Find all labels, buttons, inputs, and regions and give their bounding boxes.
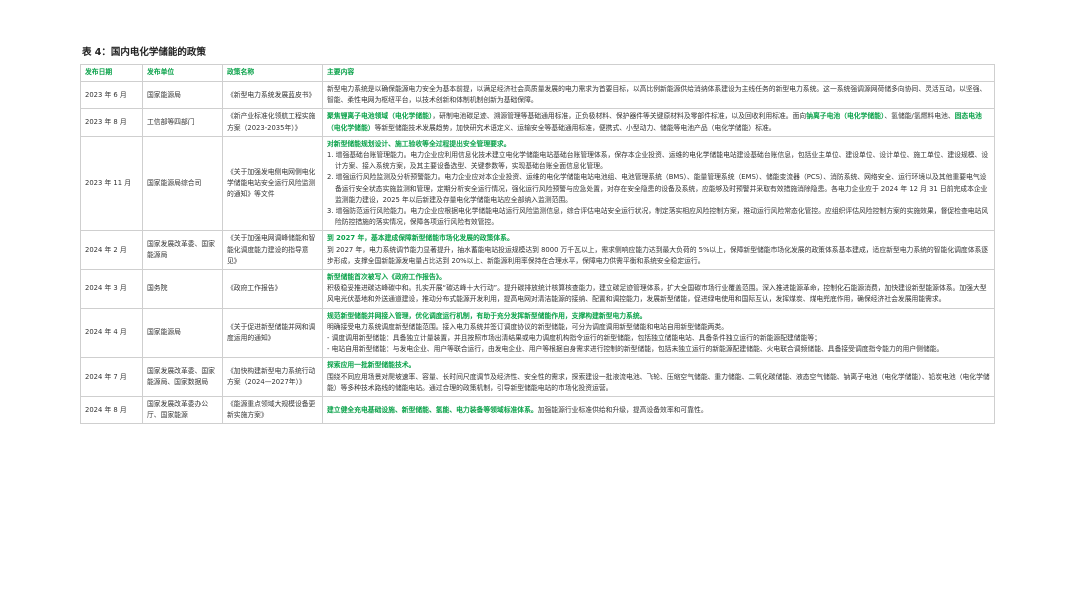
header-org: 发布单位 (142, 64, 223, 82)
content-text: 新型电力系统是以确保能源电力安全为基本前提，以满足经济社会高质量发展的电力需求为… (327, 85, 987, 105)
content-paragraph: 聚焦锂离子电池领域（电化学储能），研制电池碳足迹、溯源管理等基础通用标准，正负极… (327, 111, 990, 133)
cell-org: 工信部等四部门 (142, 108, 223, 137)
content-paragraph: 到 2027 年，基本建成保障新型储能市场化发展的政策体系。 (327, 233, 990, 244)
header-policy: 政策名称 (222, 64, 323, 82)
content-text: 3. 增强防范运行风险能力。电力企业应根据电化学储能电站运行风险监测信息，综合评… (327, 207, 989, 227)
table-row: 2024 年 8 月国家发展改革委办公厅、国家能源 《能源重点领域大规模设备更新实… (80, 396, 995, 425)
content-highlight: 建立健全充电基础设施、新型储能、氢能、电力装备等领域标准体系。 (327, 405, 538, 414)
cell-content: 对新型储能规划设计、施工验收等全过程提出安全管理要求。 1. 增强基础台账管理能力… (322, 135, 995, 232)
content-paragraph: 到 2027 年，电力系统调节能力显著提升，抽水蓄能电站投运规模达到 8000 … (327, 245, 990, 267)
table-caption: 表 4：国内电化学储能的政策 (82, 47, 206, 58)
content-highlight: 到 2027 年，基本建成保障新型储能市场化发展的政策体系。 (327, 234, 514, 243)
content-paragraph: - 调度调用新型储能：具备独立计量装置，并且按照市场出清结果或电力调度机构指令运… (327, 333, 990, 344)
content-highlight: 规范新型储能并网接入管理，优化调度运行机制，有助于充分发挥新型储能作用，支撑构建… (327, 311, 647, 320)
content-paragraph: 建立健全充电基础设施、新型储能、氢能、电力装备等领域标准体系。加强能源行业标准供… (327, 405, 990, 416)
cell-date: 2024 年 3 月 (80, 269, 143, 309)
content-text: 明确接受电力系统调度新型储能范围。接入电力系统并签订调度协议的新型储能，可分为调… (327, 322, 729, 331)
page: 表 4：国内电化学储能的政策 发布日期 发布单位 政策名称 主要内容 2023 … (0, 0, 1080, 602)
cell-org: 国家发展改革委办公厅、国家能源 (142, 396, 223, 425)
table-header-row: 发布日期 发布单位 政策名称 主要内容 (80, 64, 995, 82)
table-row: 2023 年 11 月国家能源局综合司 《关于加强发电侧电网侧电化学储能电站安全运… (80, 135, 995, 232)
content-paragraph: 规范新型储能并网接入管理，优化调度运行机制，有助于充分发挥新型储能作用，支撑构建… (327, 311, 990, 322)
cell-policy: 《新型电力系统发展蓝皮书》 (222, 80, 323, 110)
content-text: 1. 增强基础台账管理能力。电力企业应利用信息化技术建立电化学储能电站基础台账管… (327, 151, 989, 171)
content-paragraph: 1. 增强基础台账管理能力。电力企业应利用信息化技术建立电化学储能电站基础台账管… (327, 150, 990, 172)
table-row: 2024 年 3 月国务院 《政府工作报告》 新型储能首次被写入《政府工作报告》。积… (80, 269, 995, 309)
content-paragraph: 新型电力系统是以确保能源电力安全为基本前提，以满足经济社会高质量发展的电力需求为… (327, 84, 990, 106)
header-content: 主要内容 (322, 64, 995, 82)
table-body: 2023 年 6 月国家能源局 《新型电力系统发展蓝皮书》 新型电力系统是以确保能源… (80, 80, 995, 425)
table-row: 2023 年 6 月国家能源局 《新型电力系统发展蓝皮书》 新型电力系统是以确保能源… (80, 80, 995, 110)
content-highlight: 探索应用一批新型储能技术。 (327, 361, 416, 370)
cell-org: 国家发展改革委、国家能源局、国家数据局 (142, 357, 223, 398)
content-paragraph: 围绕不同应用场景对爬坡速率、容量、长时间尺度调节及经济性、安全性的需求，探索建设… (327, 372, 990, 394)
content-paragraph: 对新型储能规划设计、施工验收等全过程提出安全管理要求。 (327, 139, 990, 150)
cell-content: 建立健全充电基础设施、新型储能、氢能、电力装备等领域标准体系。加强能源行业标准供… (322, 396, 995, 425)
cell-date: 2024 年 4 月 (80, 307, 143, 359)
content-text: 2. 增强运行风险监测及分析预警能力。电力企业应对本企业投资、运维的电化学储能电… (327, 173, 988, 204)
cell-content: 新型储能首次被写入《政府工作报告》。积极稳妥推进碳达峰碳中和。扎实开展“碳达峰十… (322, 269, 995, 309)
cell-date: 2024 年 7 月 (80, 357, 143, 398)
policy-table: 发布日期 发布单位 政策名称 主要内容 2023 年 6 月国家能源局 《新型电力… (80, 64, 995, 425)
content-text: 等新型储能技术发展趋势，加快研究术语定义、运输安全等基础通用标准，便携式、小型动… (374, 123, 776, 132)
cell-content: 聚焦锂离子电池领域（电化学储能），研制电池碳足迹、溯源管理等基础通用标准，正负极… (322, 108, 995, 137)
content-paragraph: - 电站自用新型储能：与发电企业、用户等联合运行，由发电企业、用户等根据自身需求… (327, 344, 990, 355)
header-date: 发布日期 (80, 64, 143, 82)
cell-policy: 《新产业标准化领航工程实施方案（2023-2035年）》 (222, 108, 323, 137)
content-text: 加强能源行业标准供给和升级，提高设备效率和可靠性。 (537, 405, 708, 414)
cell-policy: 《能源重点领域大规模设备更新实施方案》 (222, 396, 323, 425)
content-text: 、氢储能/氢燃料电池、 (884, 112, 955, 121)
table-row: 2024 年 4 月国家能源局 《关于促进新型储能并网和调度运用的通知》 规范新型储… (80, 307, 995, 359)
cell-policy: 《关于加强发电侧电网侧电化学储能电站安全运行风险监测的通知》等文件 (222, 135, 323, 232)
content-highlight: 钠离子电池（电化学储能） (806, 112, 885, 121)
cell-policy: 《加快构建新型电力系统行动方案（2024—2027年）》 (222, 357, 323, 398)
cell-date: 2024 年 2 月 (80, 230, 143, 271)
cell-content: 探索应用一批新型储能技术。围绕不同应用场景对爬坡速率、容量、长时间尺度调节及经济… (322, 357, 995, 398)
content-highlight: 对新型储能规划设计、施工验收等全过程提出安全管理要求。 (327, 139, 511, 148)
content-text: - 电站自用新型储能：与发电企业、用户等联合运行，由发电企业、用户等根据自身需求… (327, 345, 944, 354)
content-paragraph: 明确接受电力系统调度新型储能范围。接入电力系统并签订调度协议的新型储能，可分为调… (327, 322, 990, 333)
cell-org: 国家能源局 (142, 80, 223, 110)
table-row: 2023 年 8 月工信部等四部门 《新产业标准化领航工程实施方案（2023-20… (80, 108, 995, 137)
cell-content: 到 2027 年，基本建成保障新型储能市场化发展的政策体系。到 2027 年，电… (322, 230, 995, 271)
cell-policy: 《关于促进新型储能并网和调度运用的通知》 (222, 307, 323, 359)
cell-content: 规范新型储能并网接入管理，优化调度运行机制，有助于充分发挥新型储能作用，支撑构建… (322, 307, 995, 359)
cell-policy: 《关于加强电网调峰储能和智能化调度能力建设的指导意见》 (222, 230, 323, 271)
cell-date: 2023 年 8 月 (80, 108, 143, 137)
content-paragraph: 探索应用一批新型储能技术。 (327, 360, 990, 371)
content-highlight: 新型储能首次被写入《政府工作报告》。 (327, 273, 446, 282)
content-paragraph: 新型储能首次被写入《政府工作报告》。 (327, 272, 990, 283)
cell-content: 新型电力系统是以确保能源电力安全为基本前提，以满足经济社会高质量发展的电力需求为… (322, 80, 995, 110)
content-paragraph: 2. 增强运行风险监测及分析预警能力。电力企业应对本企业投资、运维的电化学储能电… (327, 172, 990, 206)
cell-date: 2023 年 6 月 (80, 80, 143, 110)
cell-org: 国务院 (142, 269, 223, 309)
content-paragraph: 积极稳妥推进碳达峰碳中和。扎实开展“碳达峰十大行动”。提升碳排放统计核算核查能力… (327, 283, 990, 305)
cell-date: 2023 年 11 月 (80, 135, 143, 232)
content-text: 积极稳妥推进碳达峰碳中和。扎实开展“碳达峰十大行动”。提升碳排放统计核算核查能力… (327, 284, 987, 304)
content-paragraph: 3. 增强防范运行风险能力。电力企业应根据电化学储能电站运行风险监测信息，综合评… (327, 206, 990, 228)
cell-org: 国家发展改革委、国家能源局 (142, 230, 223, 271)
table-row: 2024 年 7 月国家发展改革委、国家能源局、国家数据局 《加快构建新型电力系统… (80, 357, 995, 398)
content-text: 围绕不同应用场景对爬坡速率、容量、长时间尺度调节及经济性、安全性的需求，探索建设… (327, 372, 990, 392)
content-highlight: 聚焦锂离子电池领域（电化学储能） (327, 112, 433, 121)
cell-org: 国家能源局综合司 (142, 135, 223, 232)
cell-org: 国家能源局 (142, 307, 223, 359)
table-row: 2024 年 2 月国家发展改革委、国家能源局 《关于加强电网调峰储能和智能化调度… (80, 230, 995, 271)
cell-policy: 《政府工作报告》 (222, 269, 323, 309)
cell-date: 2024 年 8 月 (80, 396, 143, 425)
content-text: 到 2027 年，电力系统调节能力显著提升，抽水蓄能电站投运规模达到 8000 … (327, 245, 989, 265)
content-text: - 调度调用新型储能：具备独立计量装置，并且按照市场出清结果或电力调度机构指令运… (327, 334, 821, 343)
content-text: ，研制电池碳足迹、溯源管理等基础通用标准，正负极材料、保护器件等关键原材料及零部… (432, 112, 807, 121)
